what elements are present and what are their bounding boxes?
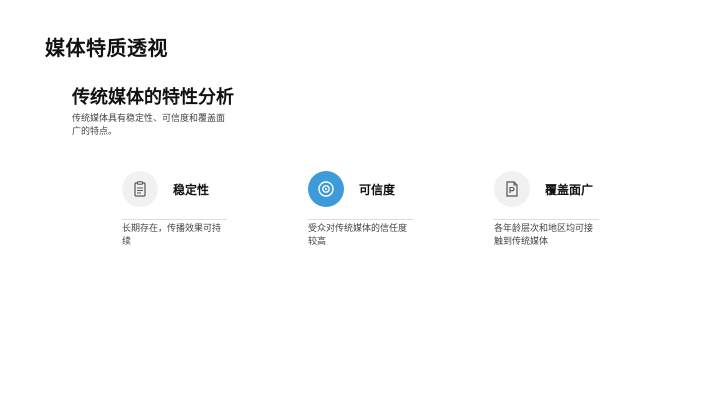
feature-text: 长期存在，传播效果可持续 (122, 224, 222, 247)
feature-label: 可信度 (359, 183, 396, 197)
feature-divider (308, 219, 413, 220)
section-subtitle: 传统媒体的特性分析 (72, 87, 234, 108)
clipboard-icon (122, 171, 158, 207)
section-description: 传统媒体具有稳定性、可信度和覆盖面广的特点。 (72, 114, 226, 137)
feature-label: 覆盖面广 (545, 183, 594, 197)
feature-divider (122, 219, 227, 220)
target-icon (308, 171, 344, 207)
page-title: 媒体特质透视 (45, 36, 168, 60)
feature-divider (494, 219, 599, 220)
document-icon (494, 171, 530, 207)
feature-label: 稳定性 (173, 183, 210, 197)
feature-text: 各年龄层次和地区均可接触到传统媒体 (494, 224, 594, 247)
feature-text: 受众对传统媒体的信任度较高 (308, 224, 408, 247)
